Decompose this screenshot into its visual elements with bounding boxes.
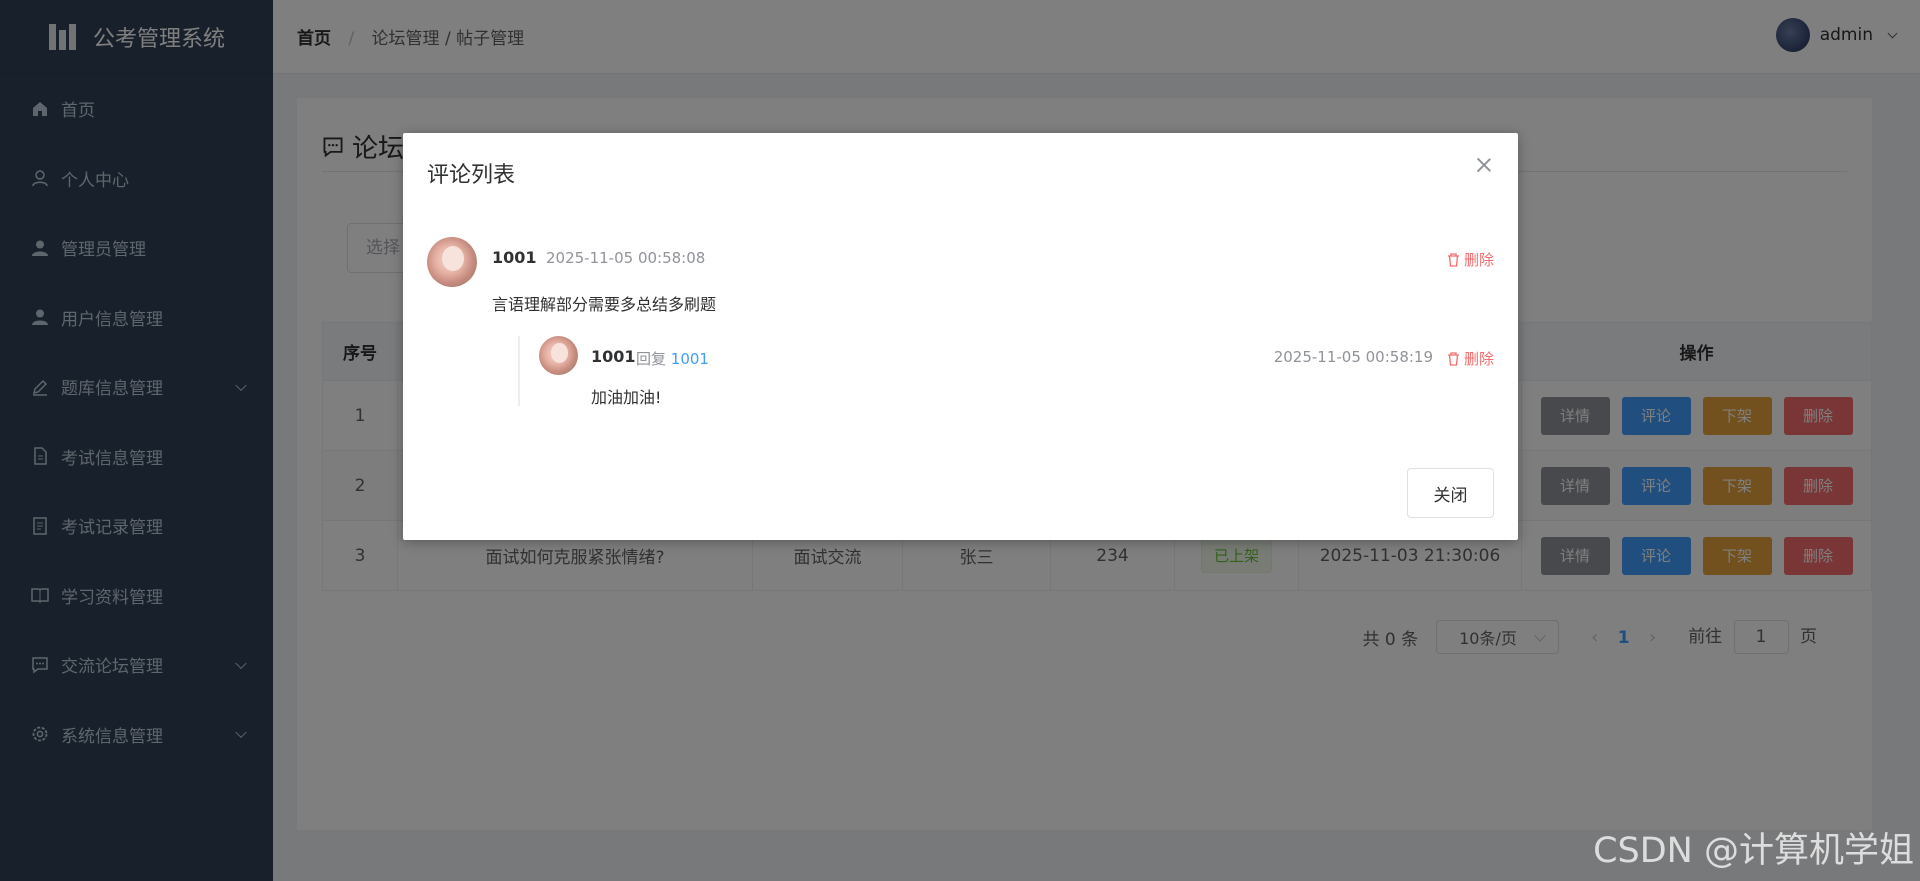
watermark: CSDN @计算机学姐 [1593,831,1914,871]
reply-username: 1001 [591,347,636,366]
avatar [427,237,477,287]
reply-target-user[interactable]: 1001 [671,350,709,368]
comment-dialog: 评论列表 1001 2025-11-05 00:58:08 删除 言语理解部分需… [403,133,1518,540]
comment-delete-button[interactable]: 删除 [1447,249,1494,270]
close-button[interactable]: 关闭 [1407,468,1494,518]
reply-delete-button[interactable]: 删除 [1447,348,1494,369]
comment-text: 言语理解部分需要多总结多刷题 [492,295,717,314]
reply-time: 2025-11-05 00:58:19 [1273,348,1433,366]
comment-username: 1001 [492,248,537,267]
reply-word: 回复 [636,350,667,368]
reply-text: 加油加油! [591,388,662,407]
close-icon[interactable] [1474,155,1494,175]
reply-to-text: 回复 1001 [636,348,709,369]
dialog-title: 评论列表 [427,163,516,188]
comment-time: 2025-11-05 00:58:08 [546,249,706,267]
avatar [539,336,578,375]
trash-icon [1447,351,1459,366]
delete-label: 删除 [1463,350,1494,368]
reply-divider [518,336,520,406]
delete-label: 删除 [1463,251,1494,269]
trash-icon [1447,252,1459,267]
